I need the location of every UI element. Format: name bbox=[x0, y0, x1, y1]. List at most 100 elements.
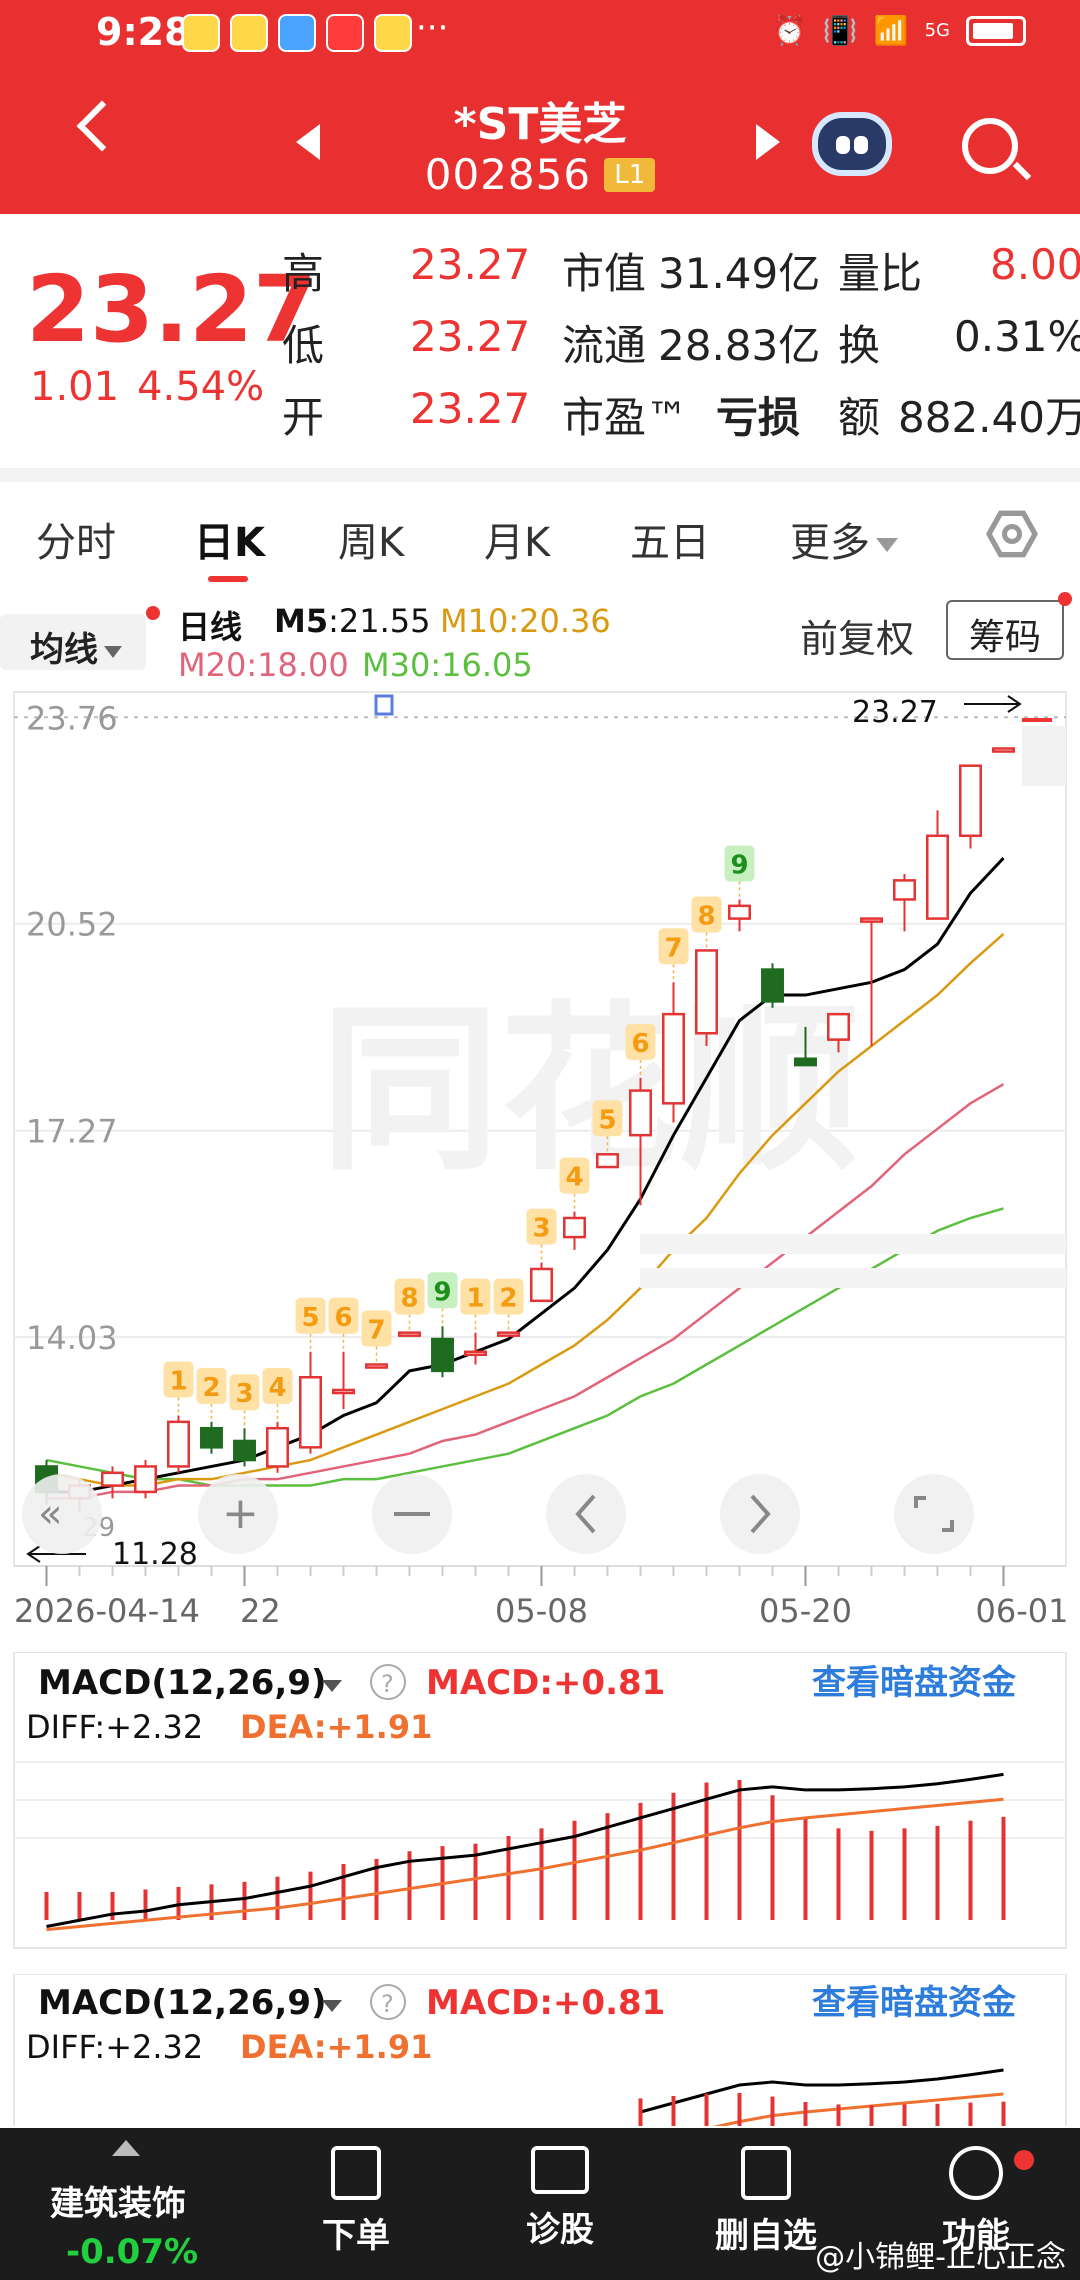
minus-icon bbox=[394, 1512, 430, 1516]
td-badge-label: 6 bbox=[631, 1029, 649, 1059]
macd-title: MACD(12,26,9) bbox=[38, 1983, 327, 2023]
tab-five-day[interactable]: 五日 bbox=[630, 510, 710, 568]
td-badge-label: 7 bbox=[664, 933, 682, 963]
delivery-app-icon bbox=[374, 14, 412, 52]
float-label: 流通 bbox=[562, 321, 647, 370]
ai-robot-icon[interactable] bbox=[812, 112, 892, 176]
ma-legend-bar: 均线 日线 M5:21.55 M10:20.36 M20:18.00 M30:1… bbox=[0, 586, 1080, 684]
td-badge-label: 1 bbox=[466, 1284, 484, 1314]
candle-down bbox=[794, 1057, 817, 1067]
mktcap-label: 市值 bbox=[562, 249, 647, 298]
weibo-app-icon bbox=[182, 14, 220, 52]
level-badge[interactable]: L1 bbox=[604, 157, 656, 192]
td-badge-label: 7 bbox=[367, 1316, 385, 1346]
chevron-up-icon[interactable] bbox=[112, 2140, 140, 2156]
tab-more-label: 更多 bbox=[790, 520, 870, 566]
status-bar: 9:28 ··· ⏰ 📳 📶 5G bbox=[0, 0, 1080, 72]
vol-ratio-label: 量比 bbox=[838, 249, 923, 298]
nav-diagnose[interactable]: 诊股 bbox=[480, 2146, 640, 2251]
y-tick-label: 23.76 bbox=[26, 699, 118, 737]
chip-overlay-bar bbox=[640, 1268, 1066, 1288]
nav-order[interactable]: 下单 bbox=[276, 2146, 436, 2257]
kline-chart[interactable]: 同花顺 1 2 3 45 6 78 9 1 23456789 23.7620.5217.2714… bbox=[0, 682, 1080, 1810]
candle-up bbox=[629, 1089, 652, 1137]
td-badge-label: 1 bbox=[169, 1366, 187, 1396]
fullscreen-button[interactable] bbox=[894, 1474, 974, 1554]
candle-up bbox=[860, 917, 883, 923]
candle-down bbox=[761, 968, 784, 1003]
search-icon[interactable] bbox=[962, 118, 1018, 174]
stock-name: *ST美芝 bbox=[453, 99, 627, 150]
low-label: 低 bbox=[282, 321, 325, 370]
macd-value: MACD:+0.81 bbox=[426, 1983, 665, 2023]
scroll-handle[interactable] bbox=[1022, 726, 1066, 786]
open-value: 23.27 bbox=[410, 384, 531, 433]
candle-up bbox=[299, 1376, 322, 1449]
td-badge-label: 5 bbox=[301, 1303, 319, 1333]
network-type: 5G bbox=[924, 20, 950, 41]
status-time: 9:28 bbox=[96, 10, 191, 54]
diagnose-icon bbox=[531, 2146, 589, 2194]
tab-intraday[interactable]: 分时 bbox=[36, 510, 116, 568]
ma-selector-label: 均线 bbox=[30, 630, 98, 670]
x-axis-ticks: 2026-04-14 22 05-08 05-20 06-01 bbox=[14, 1565, 1069, 1630]
candle-up bbox=[134, 1465, 157, 1494]
x-tick-label: 2026-04-14 bbox=[14, 1592, 200, 1630]
candle-down bbox=[431, 1337, 454, 1373]
stock-code-row: 002856 L1 bbox=[0, 150, 1080, 199]
plus-icon: + bbox=[222, 1488, 259, 1539]
td-badge-label: 9 bbox=[730, 850, 748, 880]
more-notifications-icon: ··· bbox=[416, 8, 449, 48]
x-tick-label: 22 bbox=[240, 1592, 281, 1630]
chevron-down-icon bbox=[104, 645, 122, 658]
td-badge-label: 9 bbox=[433, 1277, 451, 1307]
vol-ratio-value: 8.00 bbox=[990, 240, 1080, 289]
battery-icon bbox=[966, 15, 1026, 46]
candle-down bbox=[200, 1426, 223, 1449]
td-badge-label: 2 bbox=[202, 1373, 220, 1403]
candle-up bbox=[728, 904, 751, 920]
chip-overlay-bar bbox=[640, 1234, 1066, 1254]
scroll-right-button[interactable] bbox=[720, 1474, 800, 1554]
macd-panel-secondary[interactable]: MACD(12,26,9) ? MACD:+0.81 查看暗盘资金 DIFF:+… bbox=[0, 1974, 1080, 2126]
next-stock-icon[interactable] bbox=[756, 124, 780, 160]
ma20-legend: M20:18.00 bbox=[178, 646, 349, 684]
dea-value: DEA:+1.91 bbox=[240, 1708, 432, 1746]
nav-diagnose-label: 诊股 bbox=[526, 2210, 594, 2250]
high-label: 高 bbox=[282, 249, 325, 298]
tab-daily-k[interactable]: 日K bbox=[194, 510, 265, 568]
td-badge-label: 6 bbox=[334, 1303, 352, 1333]
help-icon-glyph: ? bbox=[381, 1990, 394, 2018]
sector-name[interactable]: 建筑装饰 bbox=[50, 2176, 186, 2225]
notification-icons bbox=[182, 14, 412, 52]
price-change: 1.01 4.54% bbox=[30, 364, 282, 410]
macd-panel[interactable]: MACD(12,26,9) ? MACD:+0.81 查看暗盘资金 DIFF:+… bbox=[0, 1652, 1080, 1952]
ma-selector[interactable]: 均线 bbox=[0, 614, 146, 670]
price-adjust-toggle[interactable]: 前复权 bbox=[800, 608, 914, 663]
chevron-down-icon bbox=[876, 538, 898, 552]
dark-pool-link[interactable]: 查看暗盘资金 bbox=[812, 1663, 1017, 1703]
scroll-left-button[interactable] bbox=[546, 1474, 626, 1554]
settings-center-icon bbox=[1002, 524, 1022, 544]
td-badge-label: 8 bbox=[697, 901, 715, 931]
browser-app-icon bbox=[278, 14, 316, 52]
candle-up bbox=[101, 1471, 124, 1487]
last-price-marker-label: 23.27 bbox=[852, 695, 938, 730]
vibrate-icon: 📳 bbox=[822, 14, 858, 47]
alarm-icon: ⏰ bbox=[771, 14, 807, 47]
chips-button[interactable]: 筹码 bbox=[946, 600, 1064, 660]
news-app-icon bbox=[326, 14, 364, 52]
x-tick-label: 06-01 bbox=[976, 1592, 1069, 1630]
tab-more[interactable]: 更多 bbox=[790, 510, 898, 568]
candle-up bbox=[827, 1012, 850, 1041]
amount-value: 882.40万 bbox=[898, 393, 1080, 442]
candle-up bbox=[959, 764, 982, 838]
tab-weekly-k[interactable]: 周K bbox=[338, 510, 404, 568]
help-icon-glyph: ? bbox=[381, 1670, 394, 1698]
float-value: 28.83亿 bbox=[658, 321, 821, 370]
tab-monthly-k[interactable]: 月K bbox=[484, 510, 550, 568]
diff-value: DIFF:+2.32 bbox=[26, 1708, 203, 1746]
y-tick-label: 14.03 bbox=[26, 1319, 118, 1357]
dark-pool-link[interactable]: 查看暗盘资金 bbox=[812, 1983, 1017, 2023]
diff-value: DIFF:+2.32 bbox=[26, 2028, 203, 2066]
